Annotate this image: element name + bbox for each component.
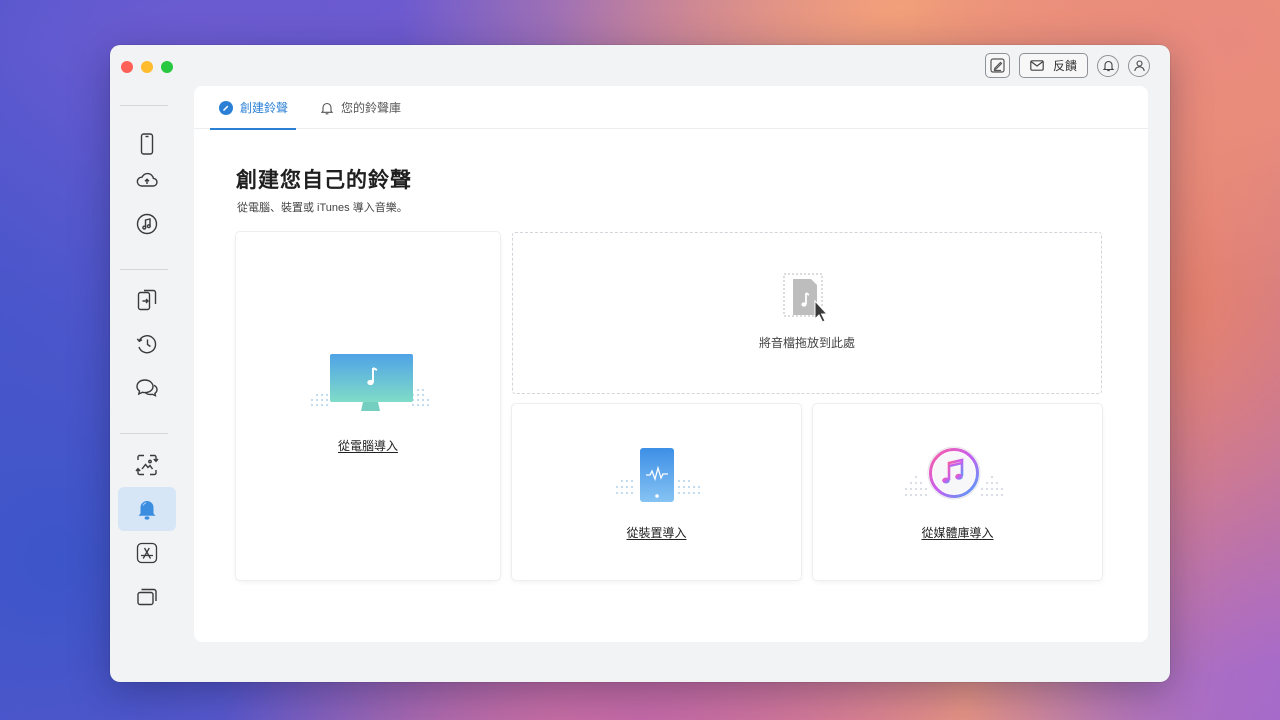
page-subtitle: 從電腦、裝置或 iTunes 導入音樂。 xyxy=(237,202,408,214)
sidebar-item-icloud[interactable] xyxy=(118,158,176,202)
tab-bar: 創建鈴聲 您的鈴聲庫 xyxy=(194,86,1148,130)
bell-icon xyxy=(320,102,334,114)
maximize-window-button[interactable] xyxy=(161,61,173,73)
import-from-media-library-card[interactable]: 從媒體庫導入 xyxy=(813,404,1102,580)
photo-sync-icon xyxy=(135,454,159,476)
sidebar-item-photo-convert[interactable] xyxy=(118,443,176,487)
sidebar-divider xyxy=(120,269,168,270)
tab-label: 創建鈴聲 xyxy=(240,101,289,115)
page-title: 創建您自己的鈴聲 xyxy=(236,169,412,192)
history-icon xyxy=(136,335,157,354)
sidebar-divider xyxy=(120,433,168,434)
sidebar-item-windows[interactable] xyxy=(118,575,176,619)
minimize-window-button[interactable] xyxy=(141,61,153,73)
cloud-icon xyxy=(136,172,158,187)
import-from-media-library-label[interactable]: 從媒體庫導入 xyxy=(813,524,1102,541)
sidebar xyxy=(110,100,184,682)
import-from-computer-card[interactable]: 從電腦導入 xyxy=(236,232,500,580)
sidebar-item-history[interactable] xyxy=(118,322,176,366)
stack-icon xyxy=(137,588,157,606)
sidebar-item-messages[interactable] xyxy=(118,366,176,410)
window-controls xyxy=(121,61,173,73)
edit-button[interactable] xyxy=(984,53,1010,78)
import-from-device-card[interactable]: 從裝置導入 xyxy=(512,404,801,580)
itunes-icon xyxy=(904,446,1004,500)
phone-icon xyxy=(140,133,154,155)
tab-create-ringtone[interactable]: 創建鈴聲 xyxy=(210,86,296,130)
file-drop-zone[interactable]: 將音檔拖放到此處 xyxy=(512,232,1102,394)
import-from-device-label[interactable]: 從裝置導入 xyxy=(512,524,801,541)
app-window: 反饋 創建鈴聲 您的鈴聲庫 創建您自己的鈴聲 從電腦、裝置或 iTunes 導入… xyxy=(110,45,1170,682)
sidebar-divider xyxy=(120,105,168,106)
file-drag-icon xyxy=(783,273,829,323)
chat-icon xyxy=(136,379,158,397)
sidebar-item-app-store[interactable] xyxy=(118,531,176,575)
notifications-button[interactable] xyxy=(1097,54,1119,77)
tab-ringtone-library[interactable]: 您的鈴聲庫 xyxy=(320,86,401,129)
phone-transfer-icon xyxy=(137,289,157,311)
feedback-button[interactable]: 反饋 xyxy=(1018,53,1088,78)
sidebar-item-music[interactable] xyxy=(118,202,176,246)
top-actions: 反饋 xyxy=(984,53,1150,78)
account-button[interactable] xyxy=(1128,54,1150,77)
phone-audio-icon xyxy=(615,448,701,502)
user-icon xyxy=(1133,60,1145,72)
feedback-label: 反饋 xyxy=(1052,59,1077,73)
drop-zone-label: 將音檔拖放到此處 xyxy=(758,336,855,350)
close-window-button[interactable] xyxy=(121,61,133,73)
tab-label: 您的鈴聲庫 xyxy=(341,101,402,115)
edit-icon xyxy=(990,58,1005,73)
main-panel: 創建鈴聲 您的鈴聲庫 創建您自己的鈴聲 從電腦、裝置或 iTunes 導入音樂。 xyxy=(194,86,1148,642)
bell-icon xyxy=(1102,60,1114,72)
pencil-badge-icon xyxy=(219,100,233,115)
bell-icon xyxy=(138,501,156,520)
mail-icon xyxy=(1030,60,1044,71)
app-store-icon xyxy=(136,542,158,564)
sidebar-item-transfer[interactable] xyxy=(118,278,176,322)
music-disc-icon xyxy=(136,213,158,235)
import-from-computer-label[interactable]: 從電腦導入 xyxy=(236,437,500,454)
computer-music-icon xyxy=(310,354,430,411)
sidebar-item-ringtone[interactable] xyxy=(118,487,176,531)
